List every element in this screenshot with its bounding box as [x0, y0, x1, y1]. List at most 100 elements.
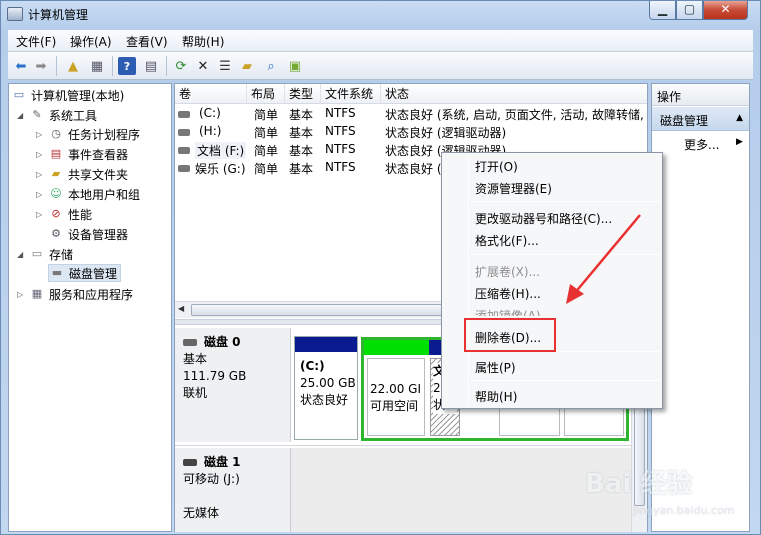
actions-more[interactable]: 更多... ▶ — [684, 136, 743, 153]
volume-layout: 简单 — [254, 108, 279, 122]
volume-row[interactable]: (C:) 简单 基本 NTFS 状态良好 (系统, 启动, 页面文件, 活动, … — [175, 105, 647, 123]
column-header-type[interactable]: 类型 — [285, 84, 321, 104]
expand-arrow-icon[interactable]: ▷ — [36, 170, 42, 179]
expand-arrow-icon[interactable]: ▷ — [17, 290, 23, 299]
tree-item-device-manager[interactable]: ⚙ 设备管理器 — [48, 225, 128, 243]
menu-open[interactable]: 打开(O) — [475, 158, 518, 175]
computer-management-icon — [7, 7, 23, 21]
column-header-filesystem[interactable]: 文件系统 — [321, 84, 381, 104]
partition-bar — [295, 337, 357, 352]
partition-status: 状态良好 — [300, 393, 349, 407]
watermark-url: jingyan.baidu.com — [633, 504, 735, 517]
free-space-block[interactable]: 22.00 GI 可用空间 — [367, 358, 425, 436]
volume-type: 基本 — [289, 144, 314, 158]
collapse-arrow-icon[interactable]: ◢ — [17, 250, 23, 259]
disk-icon: ▬ — [51, 266, 63, 279]
volume-filesystem: NTFS — [325, 106, 356, 120]
disk-1-name: 磁盘 1 — [204, 455, 241, 469]
menu-view[interactable]: 查看(V) — [126, 33, 168, 50]
minimize-button[interactable]: ▁ — [649, 1, 676, 20]
forward-icon[interactable]: ➡ — [32, 57, 50, 75]
scroll-left-icon[interactable]: ◀ — [178, 304, 184, 313]
tree-label: 共享文件夹 — [68, 167, 129, 182]
volume-type: 基本 — [289, 162, 314, 176]
partition-c[interactable]: (C:) 25.00 GB 状态良好 — [294, 336, 358, 440]
computer-icon: ▭ — [13, 88, 25, 101]
delete-icon[interactable]: ✕ — [194, 57, 212, 75]
tree-item-performance[interactable]: ⊘ 性能 — [48, 205, 92, 223]
drive-icon — [178, 147, 190, 154]
free-space-bar — [364, 340, 429, 355]
tree-item-shared-folders[interactable]: ▰ 共享文件夹 — [48, 165, 128, 183]
services-icon: ▦ — [31, 287, 43, 300]
help-icon[interactable]: ? — [118, 57, 136, 75]
show-hide-action-icon[interactable]: ▤ — [142, 57, 160, 75]
menu-shrink-volume[interactable]: 压缩卷(H)... — [475, 285, 541, 302]
volume-row[interactable]: (H:) 简单 基本 NTFS 状态良好 (逻辑驱动器) — [175, 123, 647, 141]
performance-icon: ⊘ — [51, 207, 61, 220]
column-header-layout[interactable]: 布局 — [247, 84, 285, 104]
menu-separator — [471, 380, 660, 381]
drive-icon — [178, 165, 190, 172]
collapse-arrow-icon[interactable]: ▲ — [736, 113, 743, 123]
menu-format[interactable]: 格式化(F)... — [475, 232, 539, 249]
tree-item-task-scheduler[interactable]: ◷ 任务计划程序 — [48, 125, 140, 143]
tree-item-storage[interactable]: ▭ 存储 — [29, 245, 73, 263]
refresh-icon[interactable]: ⟳ — [172, 57, 190, 75]
menu-properties[interactable]: 属性(P) — [475, 359, 516, 376]
properties-icon[interactable]: ☰ — [216, 57, 234, 75]
up-folder-icon[interactable]: ▲ — [64, 57, 82, 75]
drive-icon — [178, 111, 190, 118]
disk-0-title: 磁盘 0 — [183, 334, 282, 351]
close-button[interactable]: ✕ — [703, 1, 748, 20]
column-header-volume[interactable]: 卷 — [175, 84, 247, 104]
menu-file[interactable]: 文件(F) — [16, 33, 56, 50]
expand-arrow-icon[interactable]: ▷ — [36, 210, 42, 219]
scrollbar-thumb[interactable] — [191, 304, 471, 316]
toolbar-separator — [166, 56, 167, 76]
export-icon[interactable]: ▣ — [286, 57, 304, 75]
disk-0-size: 111.79 GB — [183, 369, 247, 383]
tree-item-local-users[interactable]: ☺ 本地用户和组 — [48, 185, 140, 203]
menu-extend-volume: 扩展卷(X)... — [475, 265, 541, 279]
expand-arrow-icon[interactable]: ▷ — [36, 130, 42, 139]
disk-1-info[interactable]: 磁盘 1 可移动 (J:) 无媒体 — [175, 448, 291, 532]
tree-label: 服务和应用程序 — [49, 287, 134, 302]
tree-item-disk-management[interactable]: ▬ 磁盘管理 — [48, 264, 122, 282]
collapse-arrow-icon[interactable]: ◢ — [17, 111, 23, 120]
volume-name: 娱乐 (G:) — [195, 162, 246, 176]
show-hide-tree-icon[interactable]: ▦ — [88, 57, 106, 75]
partition-label: (C:) — [300, 359, 325, 373]
shared-folder-icon: ▰ — [51, 167, 61, 180]
delete-highlight-box — [464, 318, 556, 352]
menu-help[interactable]: 帮助(H) — [475, 388, 517, 405]
expand-arrow-icon[interactable]: ▷ — [36, 150, 42, 159]
title-bar[interactable]: 计算机管理 ▁ ▢ ✕ — [1, 1, 760, 29]
disk-0-info[interactable]: 磁盘 0 基本 111.79 GB 联机 — [175, 328, 291, 442]
storage-icon: ▭ — [31, 247, 43, 260]
disk-1-type: 可移动 (J:) — [183, 472, 240, 486]
maximize-button[interactable]: ▢ — [676, 1, 703, 20]
volume-filesystem: NTFS — [325, 142, 356, 156]
tree-item-services[interactable]: ▦ 服务和应用程序 — [29, 285, 133, 303]
actions-section-disk-management[interactable]: 磁盘管理 ▲ — [652, 107, 749, 131]
volume-status: 状态良好 (系统, 启动, 页面文件, 活动, 故障转储, 主 — [385, 108, 647, 122]
device-manager-icon: ⚙ — [51, 227, 61, 240]
column-header-status[interactable]: 状态 — [381, 84, 647, 104]
back-icon[interactable]: ⬅ — [12, 57, 30, 75]
drive-icon — [178, 129, 190, 136]
tree-item-system-tools[interactable]: ✎ 系统工具 — [29, 106, 97, 124]
menu-explorer[interactable]: 资源管理器(E) — [475, 180, 552, 197]
disk-1-empty-area — [291, 448, 631, 532]
tree-item-root[interactable]: ▭ 计算机管理(本地) — [11, 86, 125, 104]
menu-help[interactable]: 帮助(H) — [182, 33, 224, 50]
search-icon[interactable]: ⌕ — [262, 57, 280, 75]
tree-label: 存储 — [49, 247, 74, 262]
menu-action[interactable]: 操作(A) — [70, 33, 112, 50]
toolbar-separator — [112, 56, 113, 76]
volume-filesystem: NTFS — [325, 124, 356, 138]
tree-item-event-viewer[interactable]: ▤ 事件查看器 — [48, 145, 128, 163]
expand-arrow-icon[interactable]: ▷ — [36, 190, 42, 199]
open-folder-icon[interactable]: ▰ — [238, 57, 256, 75]
clock-icon: ◷ — [51, 127, 61, 140]
